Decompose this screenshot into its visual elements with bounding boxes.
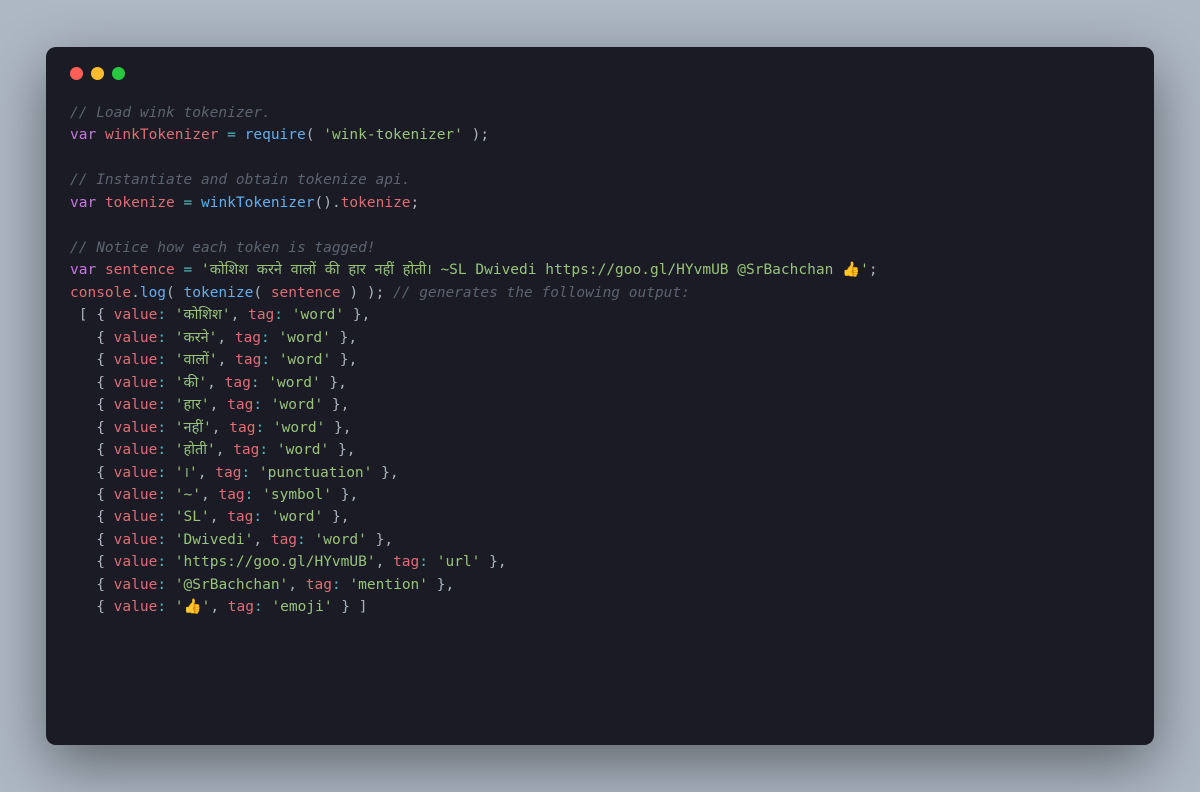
close-icon[interactable] [70, 67, 83, 80]
string-literal: 'कोशिश करने वालों की हार नहीं होती। ~SL … [201, 262, 869, 278]
comment-line: // Load wink tokenizer. [70, 105, 271, 121]
function-call: require [245, 127, 306, 143]
string-literal: 'wink-tokenizer' [323, 127, 463, 143]
code-window: // Load wink tokenizer. var winkTokenize… [46, 47, 1154, 745]
maximize-icon[interactable] [112, 67, 125, 80]
keyword: var [70, 127, 96, 143]
identifier: winkTokenizer [105, 127, 219, 143]
window-controls [70, 67, 1130, 80]
minimize-icon[interactable] [91, 67, 104, 80]
comment-line: // Instantiate and obtain tokenize api. [70, 172, 410, 188]
code-block: // Load wink tokenizer. var winkTokenize… [70, 102, 1130, 619]
comment-line: // Notice how each token is tagged! [70, 240, 376, 256]
output-block: [ { value: 'कोशिश', tag: 'word' }, { val… [70, 307, 507, 615]
